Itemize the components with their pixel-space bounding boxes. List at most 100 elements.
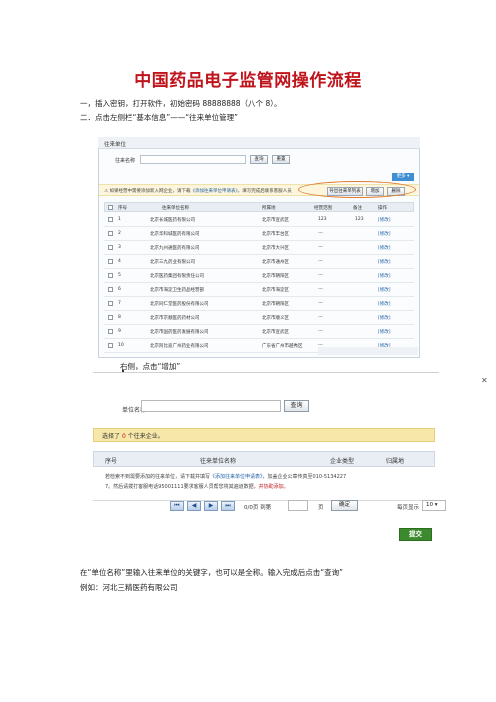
help-line2-text: 7。然后请拨打客服电话95001111要求客服人员帮您将其遍道数据	[105, 484, 254, 490]
row-no: 4	[118, 259, 121, 264]
page-status: 0/0页 到第	[244, 505, 272, 511]
page-title: 中国药品电子监管网操作流程	[134, 71, 362, 91]
row-region: 北京市朝阳区	[262, 274, 289, 279]
row-no: 6	[118, 287, 121, 292]
row-checkbox[interactable]	[108, 315, 113, 320]
row-name: 北京华科城医药有限公司	[150, 232, 200, 237]
row-edit-link[interactable]: [修改]	[378, 245, 391, 251]
row-checkbox[interactable]	[108, 273, 113, 278]
row-no: 9	[118, 329, 121, 334]
prev-page-button[interactable]: ◀	[187, 501, 201, 511]
row-scope: 123	[318, 217, 327, 222]
row-scope: ---	[318, 301, 323, 306]
more-button[interactable]: 更多 ▾	[392, 173, 414, 181]
reset-button[interactable]: 重置	[272, 155, 290, 164]
row-checkbox[interactable]	[108, 329, 113, 334]
row-edit-link[interactable]: [修改]	[378, 301, 391, 307]
page-number-input[interactable]	[288, 500, 308, 511]
row-name: 北京市海淀卫生药品经营部	[150, 288, 204, 293]
partner-name-input[interactable]	[140, 155, 246, 164]
unit-name-input[interactable]	[141, 400, 281, 412]
row-region: 北京市顺义区	[262, 316, 289, 321]
row-no: 10	[118, 343, 124, 348]
help-suffix: ，加盖企业公章传真至010-5134227	[262, 474, 347, 480]
select-all-checkbox[interactable]	[108, 205, 113, 210]
confirm-button[interactable]: 确定	[331, 500, 358, 511]
header-note: 备注	[353, 206, 362, 211]
row-checkbox[interactable]	[108, 231, 113, 236]
partner-name-label: 往来名称	[115, 158, 136, 164]
dialog-header-no: 序号	[105, 458, 118, 465]
help-prefix: 若检索不到需要添加的往来单位，请下载并填写	[105, 474, 211, 480]
row-scope: ---	[318, 287, 323, 292]
dialog-header-type: 企业类型	[330, 458, 355, 465]
close-icon[interactable]: ✕	[481, 376, 488, 385]
selection-status: 选择了 0 个往来企业。	[102, 431, 164, 440]
row-name: 北京九州通医药有限公司	[150, 246, 200, 251]
row-region: 北京市大兴区	[262, 246, 289, 251]
row-checkbox[interactable]	[108, 259, 113, 264]
row-no: 5	[118, 273, 121, 278]
query-button[interactable]: 查询	[250, 155, 268, 164]
caption-add: 右侧，点击“增加”	[120, 362, 181, 371]
apply-form-link[interactable]: 《添加往来单位申请表》	[210, 474, 263, 480]
row-scope: ---	[318, 245, 323, 250]
last-page-button[interactable]: ⏭	[221, 501, 235, 511]
first-page-button[interactable]: ⏮	[170, 501, 184, 511]
page-size-select[interactable]: 10 ▾	[422, 500, 446, 511]
row-edit-link[interactable]: [修改]	[378, 329, 391, 335]
page-size-label: 每页显示	[397, 505, 420, 511]
help-text-line-2: 7。然后请拨打客服电话95001111要求客服人员帮您将其遍道数据，并协助添加。	[105, 483, 289, 490]
row-scope: ---	[318, 231, 323, 236]
next-page-button[interactable]: ▶	[204, 501, 218, 511]
header-scope: 经营范围	[314, 206, 332, 211]
row-checkbox[interactable]	[108, 343, 113, 348]
row-scope: ---	[318, 315, 323, 320]
header-name: 往来单位名称	[162, 206, 189, 211]
dialog-header-region: 归属地	[386, 458, 405, 465]
query-button[interactable]: 查询	[284, 400, 309, 412]
row-edit-link[interactable]: [修改]	[378, 259, 391, 265]
dialog-table-header	[93, 451, 435, 467]
row-checkbox[interactable]	[108, 287, 113, 292]
row-name: 北京三九药业有限公司	[150, 260, 195, 265]
row-note: 123	[355, 217, 364, 222]
row-edit-link[interactable]: [修改]	[378, 273, 391, 279]
row-edit-link[interactable]: [修改]	[378, 287, 391, 293]
row-region: 北京市海淀区	[262, 288, 289, 293]
row-no: 8	[118, 315, 121, 320]
row-no: 7	[118, 301, 121, 306]
row-edit-link[interactable]: [修改]	[378, 217, 391, 223]
selection-suffix: 个往来企业。	[127, 433, 164, 440]
row-no: 1	[118, 217, 121, 222]
header-region: 所属地	[262, 206, 276, 211]
apply-form-link[interactable]: 《添加往来单位申请表》	[190, 189, 237, 194]
row-scope: ---	[318, 329, 323, 334]
row-name: 北京市京顺医药药材公司	[150, 316, 200, 321]
row-region: 北京市宣武区	[262, 218, 289, 223]
header-action: 操作	[378, 206, 387, 211]
row-edit-link[interactable]: [修改]	[378, 315, 391, 321]
header-no: 序号	[118, 206, 127, 211]
selection-count: 0	[121, 433, 126, 440]
table-header	[104, 202, 414, 212]
row-checkbox[interactable]	[108, 245, 113, 250]
row-region: 北京市丰台区	[262, 232, 289, 237]
page-size-value: 10	[426, 502, 433, 508]
step-1-text: 一，插入密钥，打开软件，初始密码 88888888（八个 8）。	[80, 99, 282, 108]
help-text-line-1: 若检索不到需要添加的往来单位，请下载并填写《添加往来单位申请表》，加盖企业公章传…	[105, 473, 346, 480]
pager-strip	[318, 347, 418, 355]
notice-text: ⚠ 如果经营中需要添加新入网企业，请下载《添加往来单位申请表》，填写完成后联系客…	[104, 188, 292, 194]
row-checkbox[interactable]	[108, 301, 113, 306]
row-edit-link[interactable]: [修改]	[378, 231, 391, 237]
help-line2-red: ，并协助添加。	[253, 484, 289, 490]
example-text: 例如：河北三精医药有限公司	[80, 583, 178, 592]
row-no: 2	[118, 231, 121, 236]
row-region: 北京市宣武区	[262, 330, 289, 335]
tab-partner-units[interactable]: 往来单位	[104, 140, 126, 148]
row-name: 北京阿比迪广州药业有限公司	[150, 344, 209, 349]
step-2-text: 二．点击左侧栏“基本信息”——“往来单位管理”	[80, 113, 239, 122]
submit-button[interactable]: 提交	[399, 528, 432, 541]
row-checkbox[interactable]	[108, 217, 113, 222]
instruction-text: 在“单位名称”里输入往来单位的关键字，也可以是全称。输入完成后点击“查询”	[80, 568, 344, 577]
